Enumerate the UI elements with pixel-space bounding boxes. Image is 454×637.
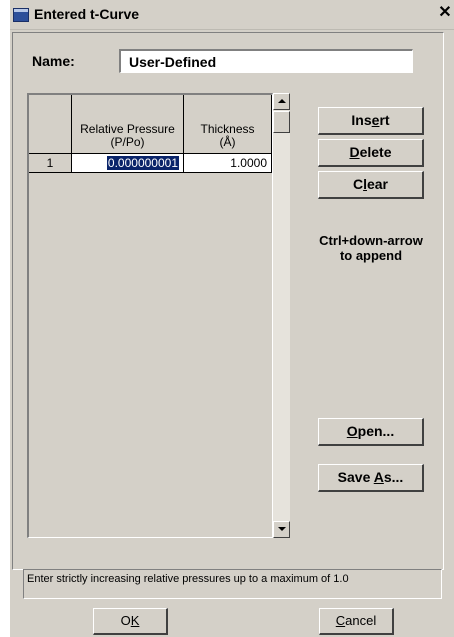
open-button[interactable]: Open... [318, 418, 424, 446]
column-header-thickness[interactable]: Thickness (Å) [184, 95, 272, 154]
ok-button[interactable]: OK [93, 608, 168, 635]
clear-label-post: ear [366, 176, 389, 192]
pressure-header-line2: (P/Po) [110, 135, 145, 149]
cell-pressure-value[interactable]: 0.000000001 [106, 156, 179, 170]
delete-label-post: elete [359, 144, 392, 160]
append-hint-line1: Ctrl+down-arrow [319, 233, 423, 248]
window-icon [13, 8, 29, 22]
clear-button[interactable]: Clear [318, 171, 424, 199]
save-as-button[interactable]: Save As... [318, 464, 424, 492]
close-icon[interactable]: ✕ [438, 5, 452, 21]
row-header-1[interactable]: 1 [29, 154, 72, 173]
arrow-up-icon [278, 99, 286, 103]
append-hint: Ctrl+down-arrow to append [303, 233, 439, 263]
save-as-label-pre: Save [337, 469, 374, 485]
column-header-pressure[interactable]: Relative Pressure (P/Po) [72, 95, 184, 154]
scroll-down-button[interactable] [273, 521, 290, 538]
open-label-post: pen... [357, 423, 395, 439]
insert-button[interactable]: Insert [318, 107, 424, 135]
arrow-down-icon [278, 527, 286, 531]
scroll-thumb[interactable] [273, 111, 290, 133]
scroll-up-button[interactable] [273, 93, 290, 110]
delete-label-key: D [349, 144, 360, 160]
grid-corner-header[interactable] [29, 95, 72, 154]
name-label: Name: [32, 53, 75, 69]
append-hint-line2: to append [339, 248, 403, 263]
clear-label-pre: C [352, 176, 364, 192]
insert-label-post: rt [379, 112, 390, 128]
window-title: Entered t-Curve [34, 6, 140, 22]
ok-label-pre: O [120, 613, 131, 628]
title-bar[interactable]: Entered t-Curve ✕ [10, 0, 454, 30]
data-grid[interactable]: Relative Pressure (P/Po) Thickness (Å) 1… [27, 93, 273, 538]
ok-label-key: K [130, 613, 140, 628]
save-as-label-key: A [373, 469, 384, 485]
name-input[interactable]: User-Defined [119, 49, 413, 73]
thickness-header-line2: (Å) [219, 135, 236, 149]
save-as-label-post: s... [383, 469, 404, 485]
cancel-label-key: C [335, 613, 346, 628]
cell-pressure-1[interactable]: 0.000000001 [72, 154, 184, 173]
delete-button[interactable]: Delete [318, 139, 424, 167]
cancel-label-post: ancel [345, 613, 377, 628]
insert-label-pre: Ins [351, 112, 372, 128]
cell-thickness-1[interactable]: 1.0000 [184, 154, 272, 173]
cancel-button[interactable]: Cancel [319, 608, 394, 635]
open-label-key: O [346, 423, 358, 439]
status-message: Enter strictly increasing relative press… [23, 569, 442, 599]
vertical-scrollbar[interactable] [273, 93, 290, 538]
